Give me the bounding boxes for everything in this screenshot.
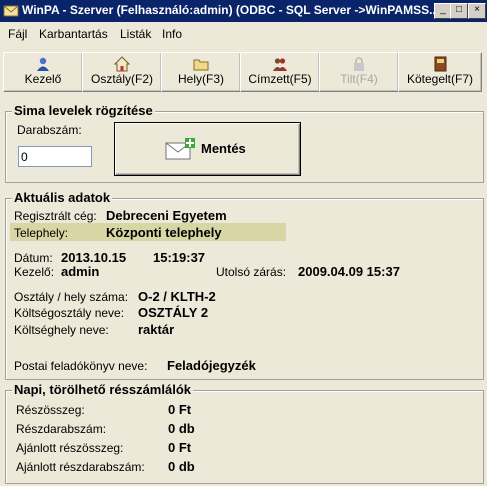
toolbar-operator-button[interactable]: Kezelő [3,52,83,92]
dept-place-value: O-2 / KLTH-2 [138,289,216,304]
simple-letters-title: Sima levelek rögzítése [12,103,155,118]
postbook-label: Postai feladókönyv neve: [14,359,148,373]
postbook-value: Feladójegyzék [167,358,256,373]
current-data-group: Aktuális adatok Regisztrált cég: Debrece… [5,190,484,380]
cost-place-value: raktár [138,322,175,337]
toolbar-recipient-button[interactable]: Címzett(F5) [240,52,320,92]
toolbar-recipient-label: Címzett(F5) [248,72,312,86]
lock-icon [354,57,364,71]
cost-place-label: Költséghely neve: [14,323,109,337]
toolbar-place-button[interactable]: Hely(F3) [161,52,241,92]
site-value: Központi telephely [106,225,222,240]
people-icon [273,58,287,71]
menu-info[interactable]: Info [162,27,182,41]
toolbar-batch-label: Kötegelt(F7) [406,72,474,86]
toolbar-place-label: Hely(F3) [177,72,224,86]
folder-icon [193,59,209,71]
book-icon [434,56,447,72]
maximize-button[interactable]: □ [450,3,468,19]
current-data-title: Aktuális adatok [12,190,113,205]
last-close-value: 2009.04.09 15:37 [298,264,400,279]
toolbar-department-label: Osztály(F2) [90,72,153,86]
subtotal-label: Részösszeg: [16,403,85,417]
menu-file[interactable]: Fájl [8,27,27,41]
company-value: Debreceni Egyetem [106,208,227,223]
house-icon [114,56,130,72]
toolbar-block-button[interactable]: Tilt(F4) [319,52,399,92]
registered-subcount-value: 0 db [168,459,195,474]
date-value: 2013.10.15 [61,250,127,265]
user-icon [37,57,49,71]
site-label: Telephely: [14,226,69,240]
operator-value: admin [61,264,100,279]
app-icon [3,5,19,17]
title-bar[interactable]: WinPA - Szerver (Felhasználó:admin) (ODB… [0,0,487,22]
toolbar-block-label: Tilt(F4) [340,72,378,86]
subtotal-value: 0 Ft [168,402,192,417]
registered-subcount-label: Ajánlott részdarabszám: [16,460,145,474]
daily-counters-group: Napi, törölhető résszámlálók Részösszeg:… [5,382,484,484]
toolbar: Kezelő Osztály(F2) Hely(F3) Címzett(F5) … [0,48,487,94]
simple-letters-group: Sima levelek rögzítése Darabszám: Mentés [5,103,484,183]
dept-place-label: Osztály / hely száma: [14,290,129,304]
toolbar-batch-button[interactable]: Kötegelt(F7) [398,52,482,92]
count-label: Darabszám: [17,123,82,137]
toolbar-department-button[interactable]: Osztály(F2) [82,52,162,92]
registered-subtotal-label: Ajánlott részösszeg: [16,441,124,455]
envelope-add-icon [165,138,195,160]
menu-maintenance[interactable]: Karbantartás [39,27,108,41]
window-title: WinPA - Szerver (Felhasználó:admin) (ODB… [22,3,434,17]
toolbar-operator-label: Kezelő [24,72,62,86]
count-input[interactable] [18,146,92,167]
registered-subtotal-value: 0 Ft [168,440,192,455]
subcount-label: Részdarabszám: [16,422,107,436]
menu-bar: Fájl Karbantartás Listák Info [0,22,487,46]
operator-label: Kezelő: [14,265,55,279]
menu-lists[interactable]: Listák [120,27,151,41]
save-label: Mentés [201,141,246,156]
subcount-value: 0 db [168,421,195,436]
time-value: 15:19:37 [153,250,206,265]
date-label: Dátum: [14,251,53,265]
last-close-label: Utolsó zárás: [216,265,287,279]
cost-dept-value: OSZTÁLY 2 [138,305,209,320]
daily-counters-title: Napi, törölhető résszámlálók [12,382,193,397]
cost-dept-label: Költségosztály neve: [14,306,125,320]
company-label: Regisztrált cég: [14,209,97,223]
close-button[interactable]: × [468,3,486,19]
save-button[interactable]: Mentés [114,122,301,176]
